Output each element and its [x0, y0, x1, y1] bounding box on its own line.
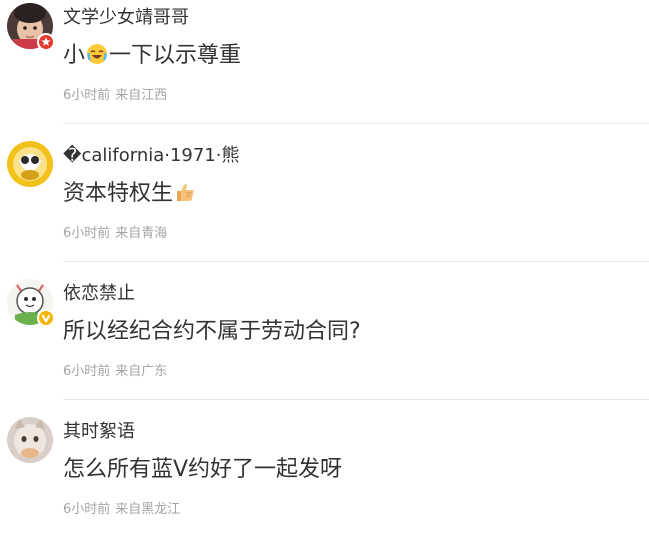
comment-text-part: 资本特权生	[63, 181, 174, 206]
thumbs-up-emoji-icon	[177, 184, 194, 201]
avatar[interactable]	[7, 279, 55, 327]
username[interactable]: 文学少女靖哥哥	[63, 7, 189, 29]
comment-list: 文学少女靖哥哥 小一下以示尊重 6小时前 来自江西 �california·197…	[0, 0, 649, 526]
comment-text: 怎么所有蓝V约好了一起发呀	[63, 455, 342, 485]
comment-text: 资本特权生	[63, 179, 197, 209]
comment-item: 文学少女靖哥哥 小一下以示尊重 6小时前 来自江西	[0, 0, 649, 138]
verified-v-badge-icon	[37, 309, 55, 327]
comment-text: 所以经纪合约不属于劳动合同?	[63, 317, 361, 347]
comment-item: �california·1971·熊 资本特权生 6小时前 来自青海	[0, 138, 649, 276]
username[interactable]: 其时絮语	[63, 421, 135, 443]
comment-location: 来自黑龙江	[115, 502, 181, 517]
avatar[interactable]	[7, 417, 53, 463]
comment-text-part: 一下以示尊重	[109, 43, 242, 68]
comment-meta: 6小时前 来自广东	[63, 363, 167, 381]
avatar[interactable]	[7, 141, 53, 187]
comment-time: 6小时前	[63, 502, 111, 517]
comment-meta: 6小时前 来自黑龙江	[63, 501, 180, 519]
red-star-badge-icon	[37, 33, 55, 51]
comment-text: 小一下以示尊重	[63, 41, 241, 71]
comment-item: 其时絮语 怎么所有蓝V约好了一起发呀 6小时前 来自黑龙江	[0, 414, 649, 552]
comment-location: 来自青海	[115, 226, 168, 241]
avatar-photo	[7, 417, 53, 463]
avatar-photo	[7, 141, 53, 187]
divider	[63, 123, 649, 124]
comment-meta: 6小时前 来自江西	[63, 87, 167, 105]
divider	[63, 399, 649, 400]
divider	[63, 261, 649, 262]
avatar[interactable]	[7, 3, 55, 51]
comment-location: 来自广东	[115, 364, 168, 379]
crying-laughing-emoji-icon	[87, 44, 108, 64]
comment-location: 来自江西	[115, 88, 168, 103]
username[interactable]: �california·1971·熊	[63, 145, 240, 167]
username[interactable]: 依恋禁止	[63, 283, 135, 305]
comment-item: 依恋禁止 所以经纪合约不属于劳动合同? 6小时前 来自广东	[0, 276, 649, 414]
comment-time: 6小时前	[63, 88, 111, 103]
comment-text-part: 怎么所有蓝V约好了一起发呀	[63, 457, 343, 482]
comment-text-part: 小	[63, 43, 86, 68]
comment-time: 6小时前	[63, 364, 111, 379]
comment-meta: 6小时前 来自青海	[63, 225, 167, 243]
comment-text-part: 所以经纪合约不属于劳动合同?	[63, 319, 361, 344]
comment-time: 6小时前	[63, 226, 111, 241]
